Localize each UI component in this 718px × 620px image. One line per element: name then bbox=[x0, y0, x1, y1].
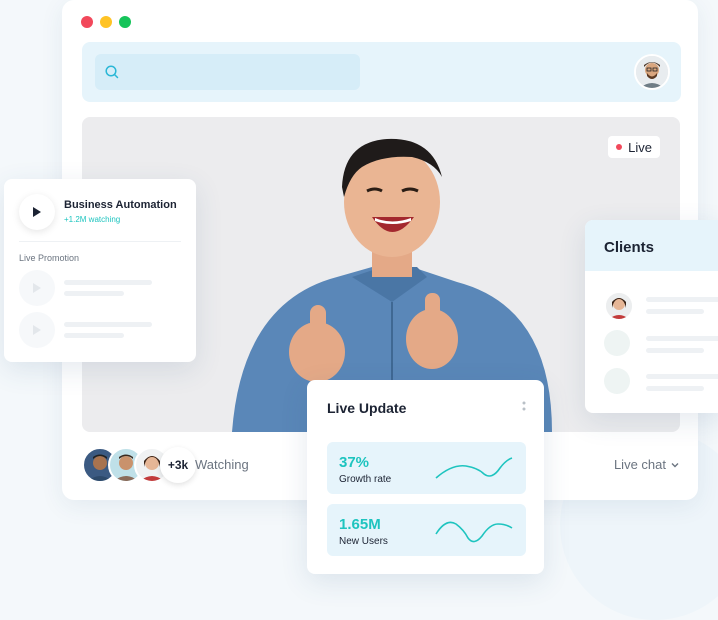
user-avatar[interactable] bbox=[634, 54, 670, 90]
promotion-play-button[interactable] bbox=[19, 270, 55, 306]
growth-rate-metric: 37% Growth rate bbox=[327, 442, 526, 494]
placeholder-line bbox=[646, 309, 704, 314]
live-chat-toggle[interactable]: Live chat bbox=[614, 457, 680, 472]
divider bbox=[19, 241, 181, 242]
window-controls bbox=[81, 16, 131, 28]
clients-card: Clients bbox=[585, 220, 718, 413]
stream-title: Business Automation bbox=[64, 199, 177, 211]
placeholder-line bbox=[646, 348, 704, 353]
play-icon bbox=[33, 325, 41, 335]
clients-title: Clients bbox=[585, 220, 718, 271]
business-automation-card: Business Automation +1.2M watching Live … bbox=[4, 179, 196, 362]
live-label: Live bbox=[628, 139, 652, 155]
watching-label: Watching bbox=[195, 457, 249, 472]
live-indicator-dot bbox=[616, 144, 623, 150]
live-badge: Live bbox=[608, 136, 660, 158]
new-users-sparkline bbox=[435, 521, 513, 543]
metric-label: New Users bbox=[339, 536, 388, 547]
live-update-title: Live Update bbox=[327, 400, 407, 416]
maximize-window-button[interactable] bbox=[119, 16, 131, 28]
placeholder-line bbox=[646, 374, 718, 379]
placeholder-line bbox=[646, 336, 718, 341]
metric-value: 1.65M bbox=[339, 516, 381, 533]
client-avatar-placeholder bbox=[604, 368, 630, 394]
client-avatar[interactable] bbox=[604, 291, 634, 321]
chevron-down-icon bbox=[671, 462, 679, 467]
close-window-button[interactable] bbox=[81, 16, 93, 28]
placeholder-line bbox=[64, 291, 124, 296]
viewer-count: +3k bbox=[160, 447, 196, 483]
stream-viewers: +1.2M watching bbox=[64, 215, 121, 224]
minimize-window-button[interactable] bbox=[100, 16, 112, 28]
play-icon bbox=[33, 283, 41, 293]
promotion-play-button[interactable] bbox=[19, 312, 55, 348]
new-users-metric: 1.65M New Users bbox=[327, 504, 526, 556]
top-bar bbox=[82, 42, 681, 102]
play-button[interactable] bbox=[19, 194, 55, 230]
viewer-avatars[interactable]: +3k bbox=[82, 447, 196, 483]
placeholder-line bbox=[646, 297, 718, 302]
placeholder-line bbox=[64, 322, 152, 327]
client-avatar-placeholder bbox=[604, 330, 630, 356]
growth-sparkline bbox=[435, 457, 513, 479]
metric-label: Growth rate bbox=[339, 474, 392, 485]
placeholder-line bbox=[64, 280, 152, 285]
search-input[interactable] bbox=[95, 54, 360, 90]
placeholder-line bbox=[64, 333, 124, 338]
live-update-card: Live Update 37% Growth rate 1.65M New Us… bbox=[307, 380, 544, 574]
search-icon bbox=[105, 65, 119, 79]
more-options-icon[interactable] bbox=[522, 401, 526, 413]
section-label: Live Promotion bbox=[19, 253, 80, 263]
play-icon bbox=[33, 207, 41, 217]
metric-value: 37% bbox=[339, 454, 370, 471]
placeholder-line bbox=[646, 386, 704, 391]
live-chat-label: Live chat bbox=[613, 457, 666, 472]
